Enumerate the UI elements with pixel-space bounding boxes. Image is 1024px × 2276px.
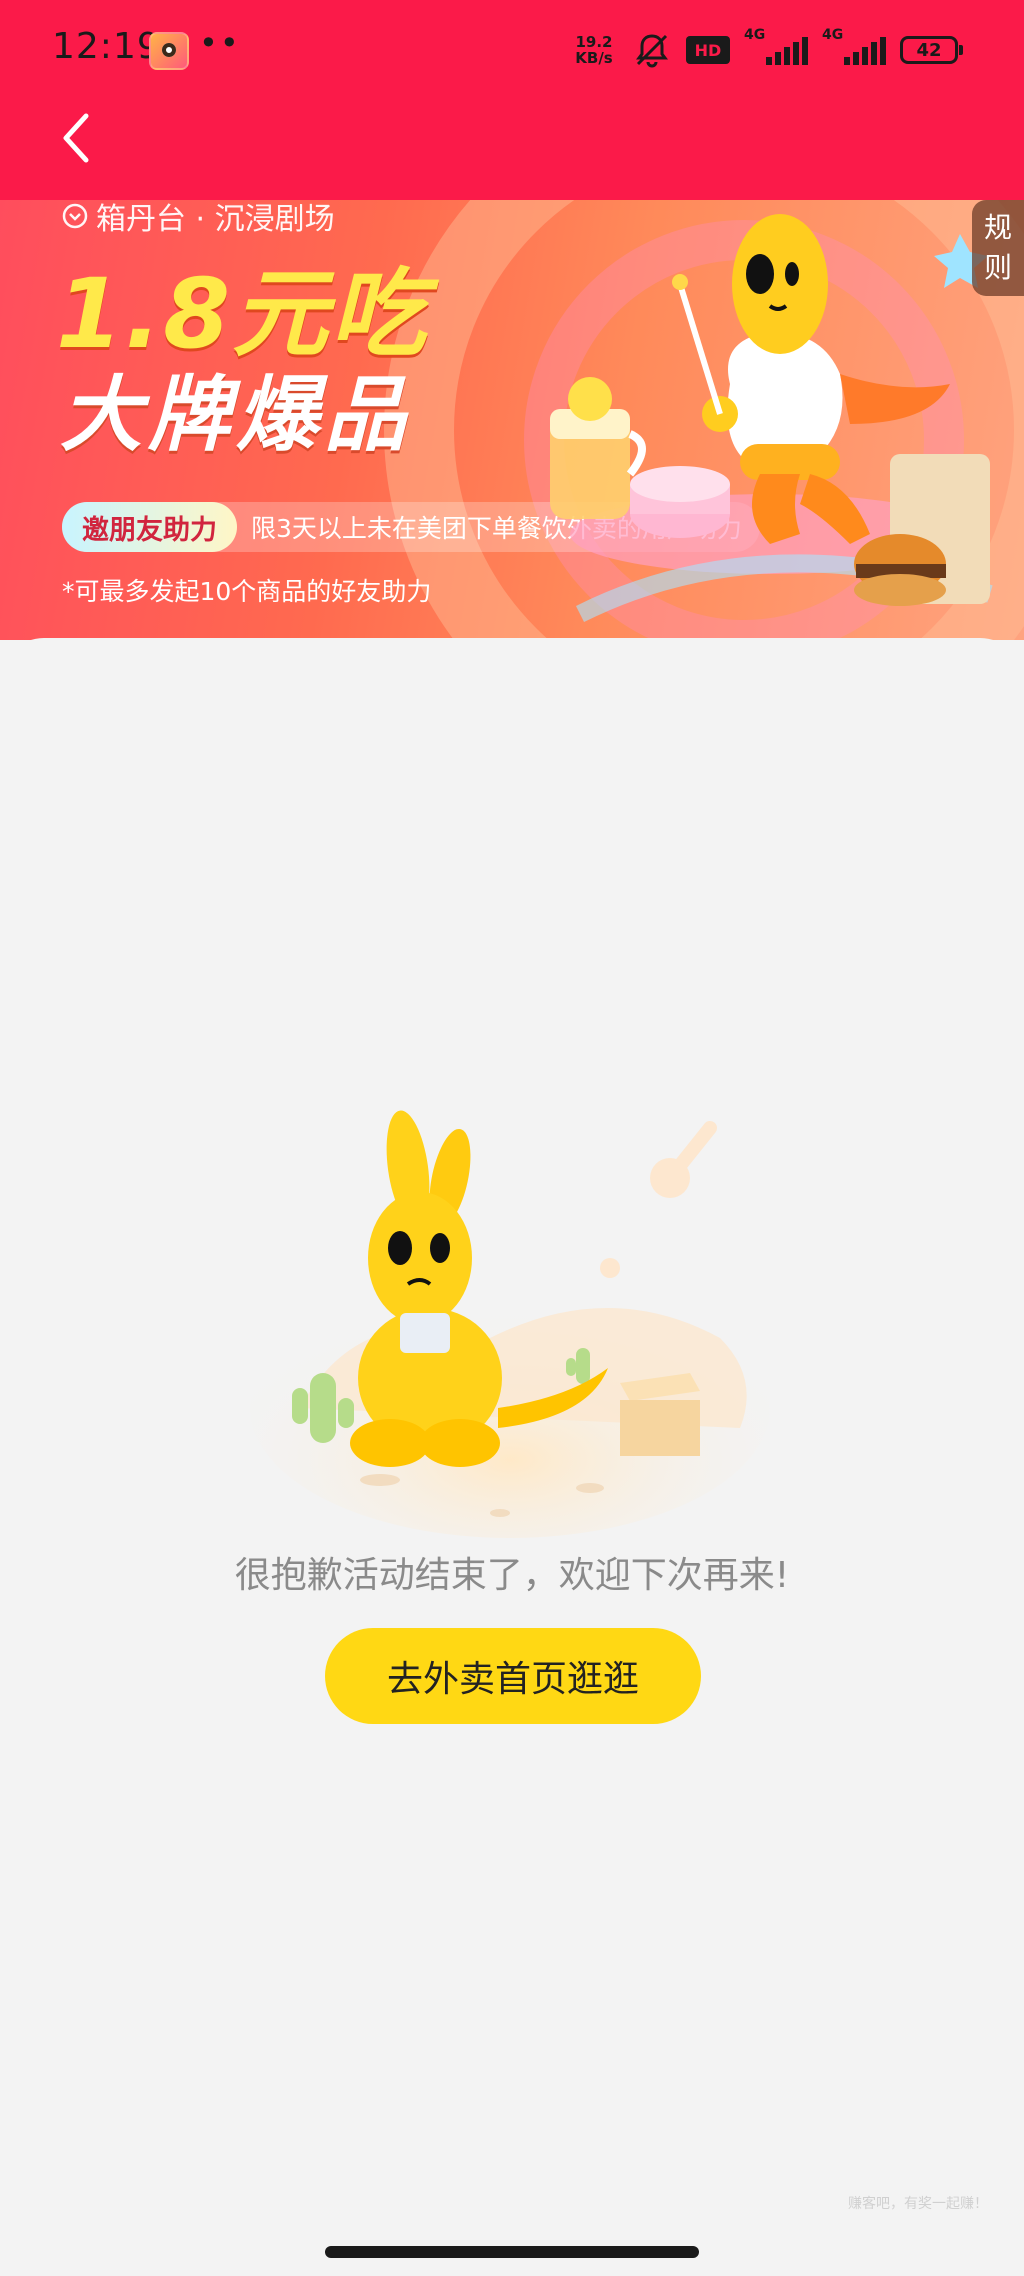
network-speed-value: 19.2 xyxy=(575,33,613,51)
invite-tag: 邀朋友助力 xyxy=(62,502,237,552)
status-icons: 19.2 KB/s HD 4G 4G 42 xyxy=(570,27,963,72)
banner-headline: 1.8元吃 xyxy=(56,258,429,370)
back-button[interactable] xyxy=(56,110,96,166)
location-text: 箱丹台 · 沉浸剧场 xyxy=(96,202,335,237)
go-to-home-button[interactable]: 去外卖首页逛逛 xyxy=(325,1628,701,1724)
app-notification-icon xyxy=(149,32,189,70)
top-bar: 12:19 •• 19.2 KB/s HD 4G 4G 42 xyxy=(0,0,1024,200)
mascot-illustration xyxy=(550,214,993,623)
home-indicator[interactable] xyxy=(325,2246,699,2258)
more-notifications-indicator: •• xyxy=(199,24,241,62)
watermark: 赚客吧，有奖一起赚！ xyxy=(848,2196,988,2212)
signal-2-label: 4G xyxy=(822,27,844,43)
signal-2-icon: 4G xyxy=(822,27,886,65)
banner-footnote: *可最多发起10个商品的好友助力 xyxy=(62,577,432,606)
hd-voice-icon: HD xyxy=(686,36,730,64)
network-speed-unit: KB/s xyxy=(575,49,613,67)
rules-label-1: 规 xyxy=(983,211,1012,244)
banner-subheadline: 大牌爆品 xyxy=(60,368,412,463)
status-time: 12:19 xyxy=(52,26,161,67)
signal-1-icon: 4G xyxy=(744,27,808,65)
battery-icon: 42 xyxy=(900,36,963,64)
rules-button[interactable]: 规 则 xyxy=(972,200,1024,296)
network-speed: 19.2 KB/s xyxy=(570,34,618,66)
rules-label-2: 则 xyxy=(983,251,1012,284)
bell-muted-icon xyxy=(636,34,668,68)
promo-banner: 箱丹台 · 沉浸剧场 1.8元吃 大牌爆品 邀朋友助力 限3天以上未在美团下单餐… xyxy=(0,200,1024,640)
chevron-left-icon xyxy=(63,113,89,163)
activity-ended-message: 很抱歉活动结束了，欢迎下次再来! xyxy=(234,1555,790,1596)
sad-kangaroo-illustration xyxy=(250,1110,770,1538)
signal-1-label: 4G xyxy=(744,27,766,43)
chevron-down-icon xyxy=(62,203,88,229)
content-card: 很抱歉活动结束了，欢迎下次再来! 去外卖首页逛逛 xyxy=(0,638,1024,2238)
location-label: 箱丹台 · 沉浸剧场 xyxy=(62,200,335,238)
